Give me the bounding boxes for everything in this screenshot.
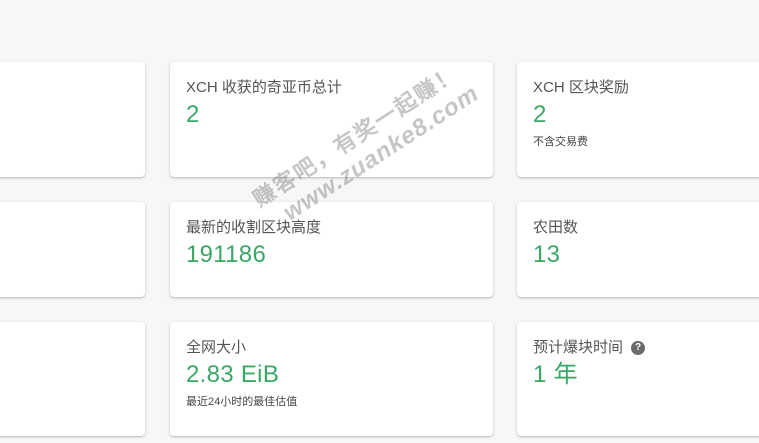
- card-note: 最近24小时的最佳估值: [186, 396, 298, 408]
- card-value: 2: [186, 101, 200, 128]
- card-value: 13: [533, 241, 561, 268]
- card-value: 1 年: [533, 361, 578, 388]
- card-title-label: XCH 收获的奇亚币总计: [186, 79, 342, 96]
- card-title: XCH 收获的奇亚币总计: [186, 78, 477, 98]
- card-title-label: 农田数: [533, 219, 579, 236]
- card-left-row1: [0, 62, 145, 177]
- card-note: 不含交易费: [533, 136, 588, 148]
- card-block-rewards: XCH 区块奖励 2 不含交易费: [517, 62, 759, 177]
- card-value: 2.83 EiB: [186, 361, 280, 388]
- card-total-farmed: XCH 收获的奇亚币总计 2: [170, 62, 493, 177]
- card-value: 2: [533, 101, 547, 128]
- card-title: XCH 区块奖励: [533, 78, 759, 98]
- help-circle-icon[interactable]: ?: [631, 341, 646, 355]
- card-title-label: 预计爆块时间: [533, 339, 624, 356]
- card-total-netspace: 全网大小 2.83 EiB 最近24小时的最佳估值: [170, 322, 493, 436]
- card-left-row3: [0, 322, 145, 436]
- card-title: 农田数: [533, 218, 759, 238]
- card-left-row2: [0, 202, 145, 297]
- card-plot-count: 农田数 13: [517, 202, 759, 297]
- card-title: 全网大小: [186, 338, 477, 358]
- card-title: 预计爆块时间 ?: [533, 338, 759, 358]
- card-expected-time-to-win: 预计爆块时间 ? 1 年: [517, 322, 759, 436]
- card-last-height-farmed: 最新的收割区块高度 191186: [170, 202, 493, 297]
- card-title-label: 最新的收割区块高度: [186, 219, 322, 236]
- card-value: 191186: [186, 241, 267, 268]
- card-title: 最新的收割区块高度: [186, 218, 477, 238]
- card-title-label: 全网大小: [186, 339, 247, 356]
- card-title-label: XCH 区块奖励: [533, 79, 629, 96]
